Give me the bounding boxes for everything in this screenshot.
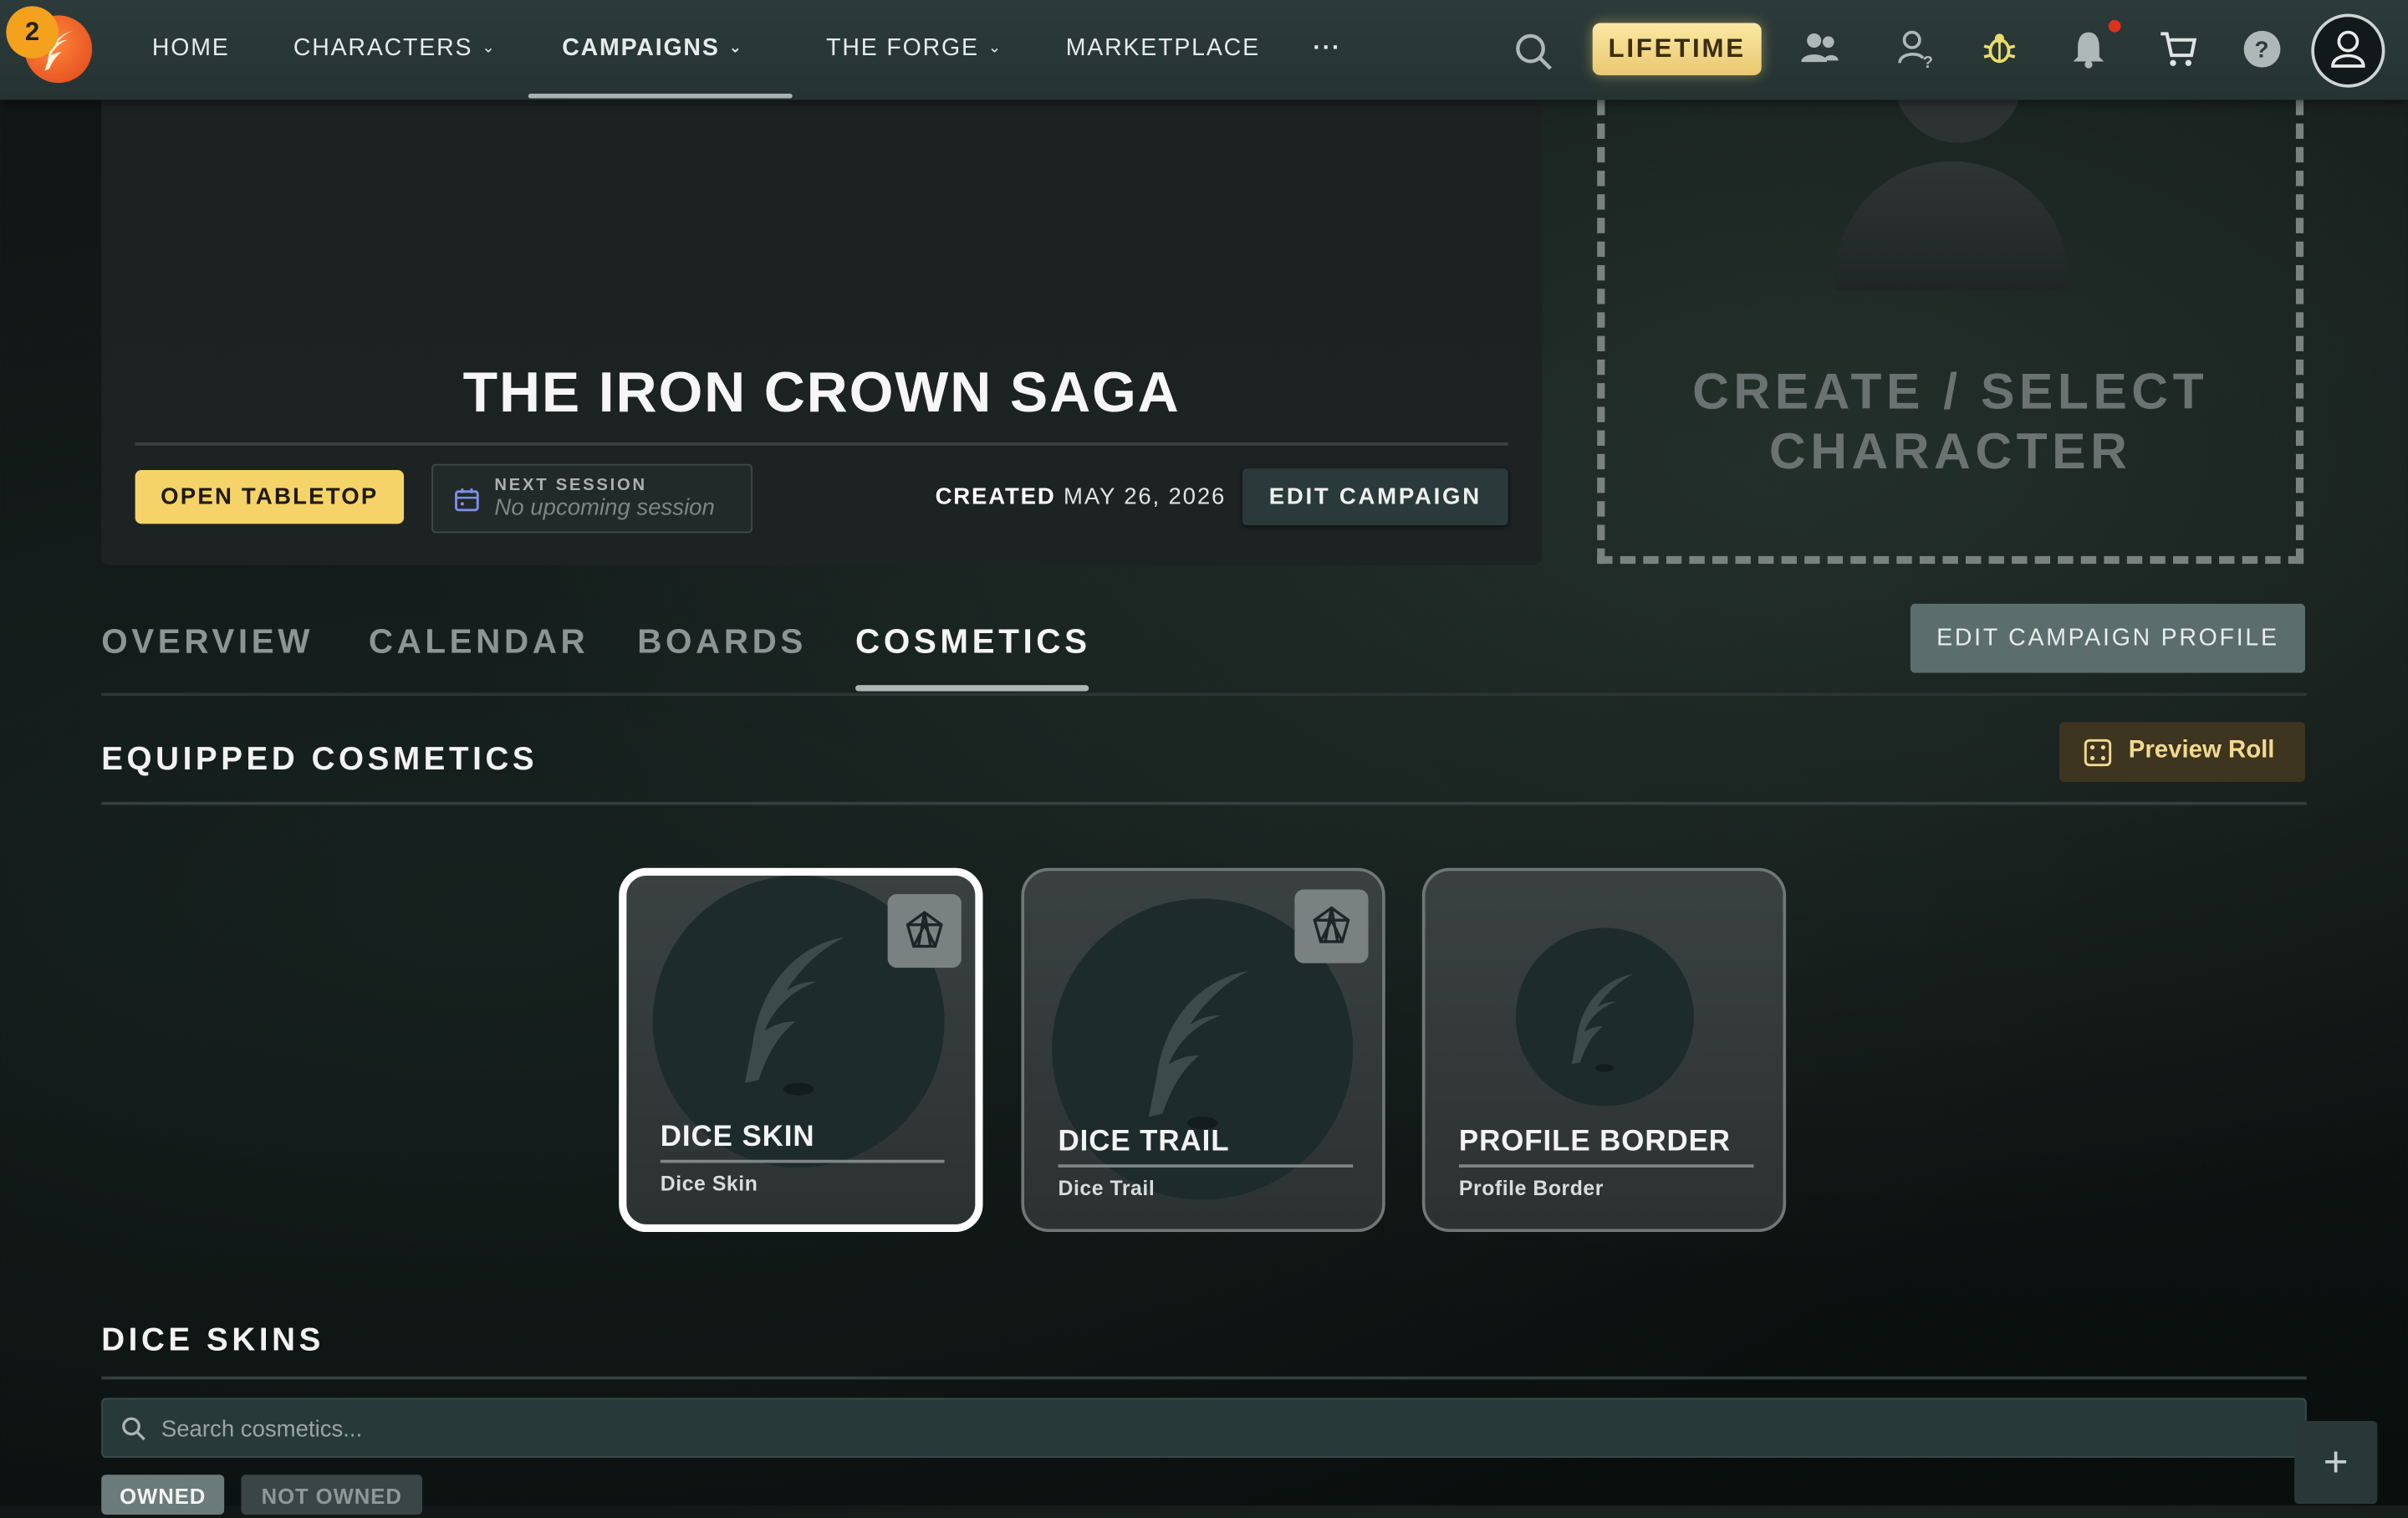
feather-placeholder-icon — [1571, 974, 1634, 1072]
nav-campaigns[interactable]: CAMPAIGNS ⌄ — [562, 0, 743, 100]
tab-boards[interactable]: BOARDS — [637, 622, 807, 662]
calendar-icon — [455, 488, 479, 512]
dice-skins-title: DICE SKINS — [101, 1322, 324, 1358]
notification-count-badge[interactable]: 2 — [6, 6, 59, 59]
premium-gem-icon — [887, 893, 962, 969]
unread-indicator-dot — [2108, 19, 2121, 33]
svg-text:?: ? — [1923, 54, 1933, 69]
cosmetic-name: DICE SKIN — [660, 1121, 815, 1154]
nav-campaigns-label: CAMPAIGNS — [562, 35, 720, 62]
nav-marketplace[interactable]: MARKETPLACE — [1066, 0, 1260, 100]
nav-characters-label: CHARACTERS — [293, 35, 473, 62]
created-label: CREATED — [935, 483, 1056, 510]
equipped-card-dice-trail[interactable]: DICE TRAIL Dice Trail — [1021, 867, 1385, 1233]
player-lookup-icon[interactable]: ? — [1896, 29, 1936, 69]
chevron-down-icon: ⌄ — [482, 40, 497, 58]
campaign-title: THE IRON CROWN SAGA — [462, 360, 1181, 424]
tab-calendar[interactable]: CALENDAR — [369, 622, 589, 662]
nav-marketplace-label: MARKETPLACE — [1065, 35, 1260, 62]
cosmetic-divider — [660, 1159, 945, 1163]
lifetime-badge[interactable]: LIFETIME — [1592, 23, 1762, 76]
tab-overview[interactable]: OVERVIEW — [101, 622, 314, 662]
cosmetic-divider — [1058, 1164, 1354, 1168]
nav-home[interactable]: HOME — [152, 0, 230, 100]
nav-active-indicator — [528, 94, 793, 99]
cosmetic-divider — [1458, 1164, 1754, 1168]
preview-roll-button[interactable]: Preview Roll — [2059, 722, 2305, 782]
nav-home-label: HOME — [151, 35, 230, 62]
chevron-down-icon: ⌄ — [987, 40, 1003, 58]
equipped-card-profile-border[interactable]: PROFILE BORDER Profile Border — [1421, 867, 1787, 1233]
created-date: CREATED MAY 26, 2026 — [936, 484, 1227, 510]
cosmetic-type: Profile Border — [1458, 1176, 1604, 1200]
more-icon: ··· — [1313, 35, 1342, 62]
section-divider — [101, 801, 2307, 805]
campaign-header-card: THE IRON CROWN SAGA OPEN TABLETOP NEXT S… — [101, 100, 1543, 565]
feather-placeholder-icon — [744, 937, 845, 1096]
divider — [135, 442, 1508, 446]
nav-characters[interactable]: CHARACTERS ⌄ — [293, 0, 497, 100]
nav-forge-label: THE FORGE — [826, 35, 979, 62]
profile-avatar-button[interactable] — [2311, 13, 2385, 88]
cosmetic-name: PROFILE BORDER — [1458, 1126, 1731, 1158]
next-session-label: NEXT SESSION — [494, 476, 647, 495]
section-divider — [101, 1376, 2307, 1380]
search-icon — [122, 1417, 145, 1441]
create-select-character-slot[interactable]: CREATE / SELECT CHARACTER — [1597, 54, 2304, 565]
bug-report-icon[interactable] — [1980, 29, 2020, 69]
create-select-character-label: CREATE / SELECT CHARACTER — [1692, 362, 2209, 480]
friends-icon[interactable] — [1800, 29, 1840, 69]
dice-icon — [2084, 739, 2112, 767]
chevron-down-icon: ⌄ — [728, 40, 743, 58]
tabs-divider — [101, 693, 2307, 697]
help-icon[interactable]: ? — [2242, 29, 2283, 69]
character-silhouette-body — [1834, 161, 2069, 291]
filter-owned-button[interactable]: OWNED — [101, 1475, 225, 1515]
cosmetic-type: Dice Skin — [660, 1172, 758, 1195]
nav-the-forge[interactable]: THE FORGE ⌄ — [826, 0, 1002, 100]
search-input[interactable] — [158, 1399, 2284, 1459]
bell-icon[interactable] — [2069, 29, 2109, 69]
profile-icon — [2331, 30, 2365, 68]
preview-roll-label: Preview Roll — [2128, 737, 2275, 764]
top-nav: 2 HOME CHARACTERS ⌄ CAMPAIGNS ⌄ THE FORGE ⌄… — [0, 0, 2408, 100]
premium-gem-icon — [1294, 889, 1369, 963]
add-button[interactable]: + — [2294, 1420, 2378, 1505]
filter-not-owned-button[interactable]: NOT OWNED — [241, 1475, 423, 1515]
search-icon[interactable] — [1514, 33, 1554, 73]
tab-cosmetics[interactable]: COSMETICS — [855, 622, 1091, 662]
cart-icon[interactable] — [2158, 29, 2198, 69]
equipped-card-dice-skin[interactable]: DICE SKIN Dice Skin — [619, 867, 983, 1233]
next-session-value: No upcoming session — [494, 494, 715, 521]
next-session-field[interactable]: NEXT SESSION No upcoming session — [431, 463, 752, 534]
cosmetic-name: DICE TRAIL — [1058, 1126, 1230, 1158]
nav-more-button[interactable]: ··· — [1313, 0, 1341, 100]
edit-campaign-button[interactable]: EDIT CAMPAIGN — [1242, 468, 1508, 526]
cosmetic-type: Dice Trail — [1058, 1176, 1156, 1200]
created-date-value: MAY 26, 2026 — [1064, 483, 1227, 510]
edit-campaign-profile-button[interactable]: EDIT CAMPAIGN PROFILE — [1910, 603, 2305, 673]
cosmetics-search[interactable] — [101, 1398, 2307, 1459]
svg-text:?: ? — [2255, 37, 2269, 63]
feather-placeholder-icon — [1148, 970, 1249, 1129]
tab-active-indicator — [855, 685, 1089, 692]
open-tabletop-button[interactable]: OPEN TABLETOP — [135, 470, 405, 524]
equipped-cosmetics-title: EQUIPPED COSMETICS — [101, 742, 538, 778]
